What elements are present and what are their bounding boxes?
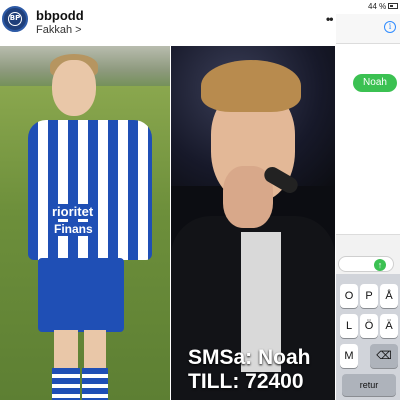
photo-singer: SMSa: Noah TILL: 72400: [171, 46, 335, 400]
player-shorts: [38, 258, 124, 332]
jersey-sponsor-line1: rioritet: [50, 204, 96, 219]
conversation-nav-bar: i: [336, 14, 400, 44]
key-ae[interactable]: Ä: [380, 314, 398, 338]
avatar-text: BP: [9, 14, 21, 22]
photo-football-player: rioritet Finans: [0, 46, 170, 400]
username[interactable]: bbpodd: [36, 8, 84, 23]
return-key[interactable]: retur: [342, 374, 396, 396]
post-header: BP bbpodd Fakkah > ••: [0, 0, 335, 46]
key-m[interactable]: M: [340, 344, 358, 368]
more-options-icon[interactable]: ••: [326, 12, 333, 26]
send-button[interactable]: ↑: [374, 259, 386, 271]
location-text: Fakkah: [36, 24, 73, 36]
key-p[interactable]: P: [360, 284, 378, 308]
player-sock-left: [52, 368, 80, 400]
key-o[interactable]: O: [340, 284, 358, 308]
battery-percent: 44 %: [368, 2, 387, 11]
key-l[interactable]: L: [340, 314, 358, 338]
key-aa[interactable]: Å: [380, 284, 398, 308]
player-jersey: [28, 120, 152, 260]
chevron-right-icon: >: [75, 24, 82, 36]
sms-vote-number: TILL: 72400: [188, 370, 304, 393]
imessage-panel: 44 % i Noah ↑ O P Å L Ö Ä M ⌫ retur: [336, 0, 400, 400]
singer-hair: [201, 60, 301, 112]
location-link[interactable]: Fakkah >: [36, 24, 82, 36]
avatar[interactable]: BP: [2, 6, 28, 32]
sms-vote-name: SMSa: Noah: [188, 346, 311, 369]
info-icon[interactable]: i: [384, 21, 396, 33]
message-bubble[interactable]: Noah: [353, 74, 397, 92]
player-face: [52, 60, 96, 116]
player-sock-right: [82, 368, 108, 400]
backspace-icon[interactable]: ⌫: [370, 344, 398, 368]
key-oe[interactable]: Ö: [360, 314, 378, 338]
battery-icon: [388, 3, 398, 9]
status-bar: 44 %: [336, 0, 400, 14]
jersey-sponsor-line2: Finans: [52, 222, 95, 236]
